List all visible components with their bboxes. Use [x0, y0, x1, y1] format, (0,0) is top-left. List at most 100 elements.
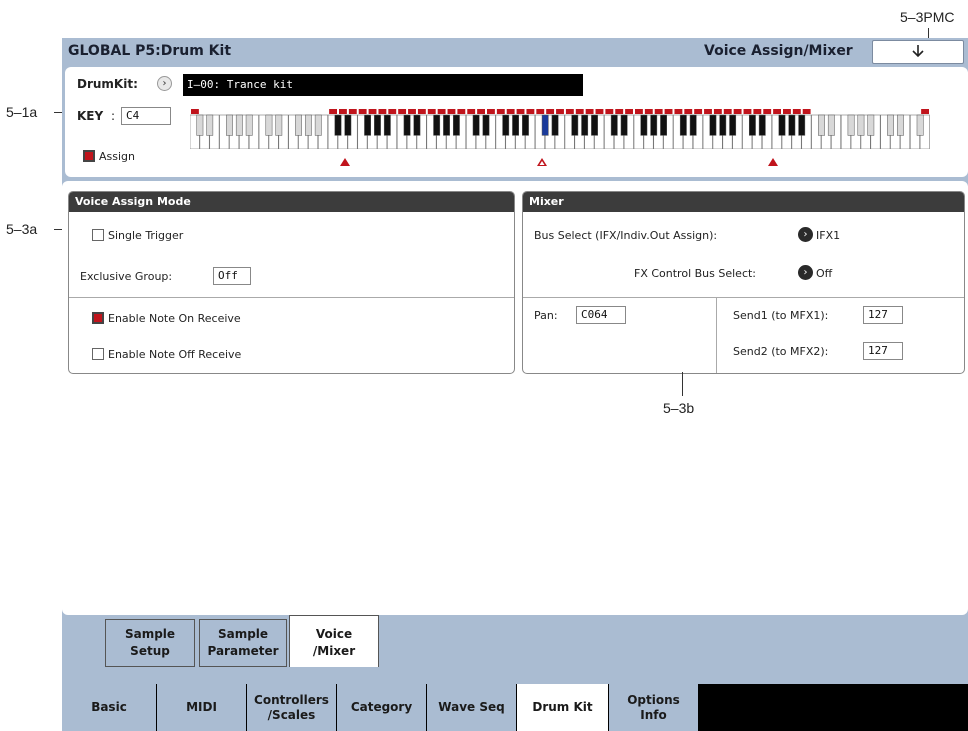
- note-off-checkbox[interactable]: [92, 348, 104, 360]
- fx-control-value[interactable]: Off: [816, 267, 832, 280]
- black-key[interactable]: [265, 114, 273, 136]
- tab-category[interactable]: Category: [337, 684, 427, 731]
- black-key[interactable]: [650, 114, 658, 136]
- tab-midi[interactable]: MIDI: [157, 684, 247, 731]
- black-key[interactable]: [383, 114, 391, 136]
- black-key[interactable]: [758, 114, 766, 136]
- drumkit-popup-button[interactable]: ›: [157, 76, 172, 91]
- black-key[interactable]: [581, 114, 589, 136]
- black-key[interactable]: [433, 114, 441, 136]
- black-key[interactable]: [364, 114, 372, 136]
- black-key[interactable]: [334, 114, 342, 136]
- black-key[interactable]: [719, 114, 727, 136]
- assign-marker: [605, 109, 614, 114]
- voice-assign-mode-header: Voice Assign Mode: [69, 192, 514, 212]
- black-key[interactable]: [275, 114, 283, 136]
- tab-basic[interactable]: Basic: [62, 684, 157, 731]
- black-key[interactable]: [522, 114, 529, 136]
- black-key[interactable]: [502, 114, 510, 136]
- black-key[interactable]: [689, 114, 697, 136]
- divider: [716, 297, 717, 373]
- page-menu-button[interactable]: [872, 40, 964, 64]
- fx-control-popup-button[interactable]: ›: [798, 265, 813, 280]
- black-key[interactable]: [196, 114, 204, 136]
- black-key[interactable]: [867, 114, 875, 136]
- black-key[interactable]: [847, 114, 855, 136]
- black-key[interactable]: [452, 114, 460, 136]
- tab-controllers-scales[interactable]: Controllers /Scales: [247, 684, 337, 731]
- assign-marker: [664, 109, 673, 114]
- black-key[interactable]: [591, 114, 598, 136]
- note-on-checkbox[interactable]: [92, 312, 104, 324]
- tab-voice-mixer[interactable]: Voice /Mixer: [289, 615, 379, 667]
- black-key[interactable]: [709, 114, 717, 136]
- assign-marker: [585, 109, 594, 114]
- black-key[interactable]: [482, 114, 490, 136]
- black-key[interactable]: [226, 114, 233, 136]
- main-panel: Voice Assign Mode Single Trigger Exclusi…: [62, 181, 968, 615]
- drumkit-name-field[interactable]: I–00: Trance kit: [183, 74, 583, 96]
- note-off-label: Enable Note Off Receive: [108, 348, 242, 361]
- black-key[interactable]: [748, 114, 756, 136]
- divider: [523, 297, 964, 298]
- tab-wave-seq[interactable]: Wave Seq: [427, 684, 517, 731]
- assign-marker: [191, 109, 199, 114]
- black-key[interactable]: [295, 114, 302, 136]
- assign-marker: [447, 109, 456, 114]
- black-key[interactable]: [916, 114, 924, 136]
- black-key[interactable]: [374, 114, 381, 136]
- black-key[interactable]: [620, 114, 628, 136]
- black-key[interactable]: [788, 114, 796, 136]
- black-key[interactable]: [235, 114, 243, 136]
- selected-key[interactable]: [541, 114, 549, 136]
- black-key[interactable]: [551, 114, 559, 136]
- drumkit-panel: DrumKit: › I–00: Trance kit KEY : C4 Ass…: [65, 67, 968, 177]
- keyboard[interactable]: [189, 109, 930, 150]
- black-key[interactable]: [640, 114, 648, 136]
- key-field[interactable]: C4: [121, 107, 171, 125]
- black-key[interactable]: [206, 114, 214, 136]
- black-key[interactable]: [660, 114, 668, 136]
- assign-marker: [496, 109, 505, 114]
- black-key[interactable]: [857, 114, 865, 136]
- assign-marker: [743, 109, 752, 114]
- send1-field[interactable]: 127: [863, 306, 903, 324]
- black-key[interactable]: [314, 114, 322, 136]
- assign-marker: [408, 109, 416, 114]
- assign-marker: [674, 109, 683, 114]
- black-key[interactable]: [413, 114, 421, 136]
- black-key[interactable]: [245, 114, 253, 136]
- black-key[interactable]: [827, 114, 835, 136]
- tab-sample-parameter[interactable]: Sample Parameter: [199, 619, 287, 667]
- pan-field[interactable]: C064: [576, 306, 626, 324]
- black-key[interactable]: [818, 114, 825, 136]
- send2-field[interactable]: 127: [863, 342, 903, 360]
- black-key[interactable]: [778, 114, 786, 136]
- black-key[interactable]: [344, 114, 352, 136]
- single-trigger-checkbox[interactable]: [92, 229, 104, 241]
- black-key[interactable]: [304, 114, 312, 136]
- black-key[interactable]: [729, 114, 737, 136]
- black-key[interactable]: [896, 114, 904, 136]
- black-key[interactable]: [512, 114, 520, 136]
- black-key[interactable]: [403, 114, 411, 136]
- black-key[interactable]: [443, 114, 450, 136]
- black-key[interactable]: [571, 114, 579, 136]
- note-on-label: Enable Note On Receive: [108, 312, 241, 325]
- bus-select-popup-button[interactable]: ›: [798, 227, 813, 242]
- keyboard-svg[interactable]: [189, 109, 930, 150]
- bus-select-value[interactable]: IFX1: [816, 229, 840, 242]
- exclusive-group-field[interactable]: Off: [213, 267, 251, 285]
- key-separator: :: [111, 109, 116, 123]
- assign-marker: [368, 109, 377, 114]
- black-key[interactable]: [610, 114, 618, 136]
- tab-options-info[interactable]: Options Info: [609, 684, 699, 731]
- black-key[interactable]: [887, 114, 894, 136]
- black-key[interactable]: [798, 114, 806, 136]
- page-title: GLOBAL P5:Drum Kit: [68, 43, 232, 59]
- black-key[interactable]: [679, 114, 687, 136]
- tab-sample-setup[interactable]: Sample Setup: [105, 619, 195, 667]
- black-key[interactable]: [472, 114, 480, 136]
- tab-drum-kit[interactable]: Drum Kit: [517, 684, 609, 731]
- assign-checkbox[interactable]: [83, 150, 95, 162]
